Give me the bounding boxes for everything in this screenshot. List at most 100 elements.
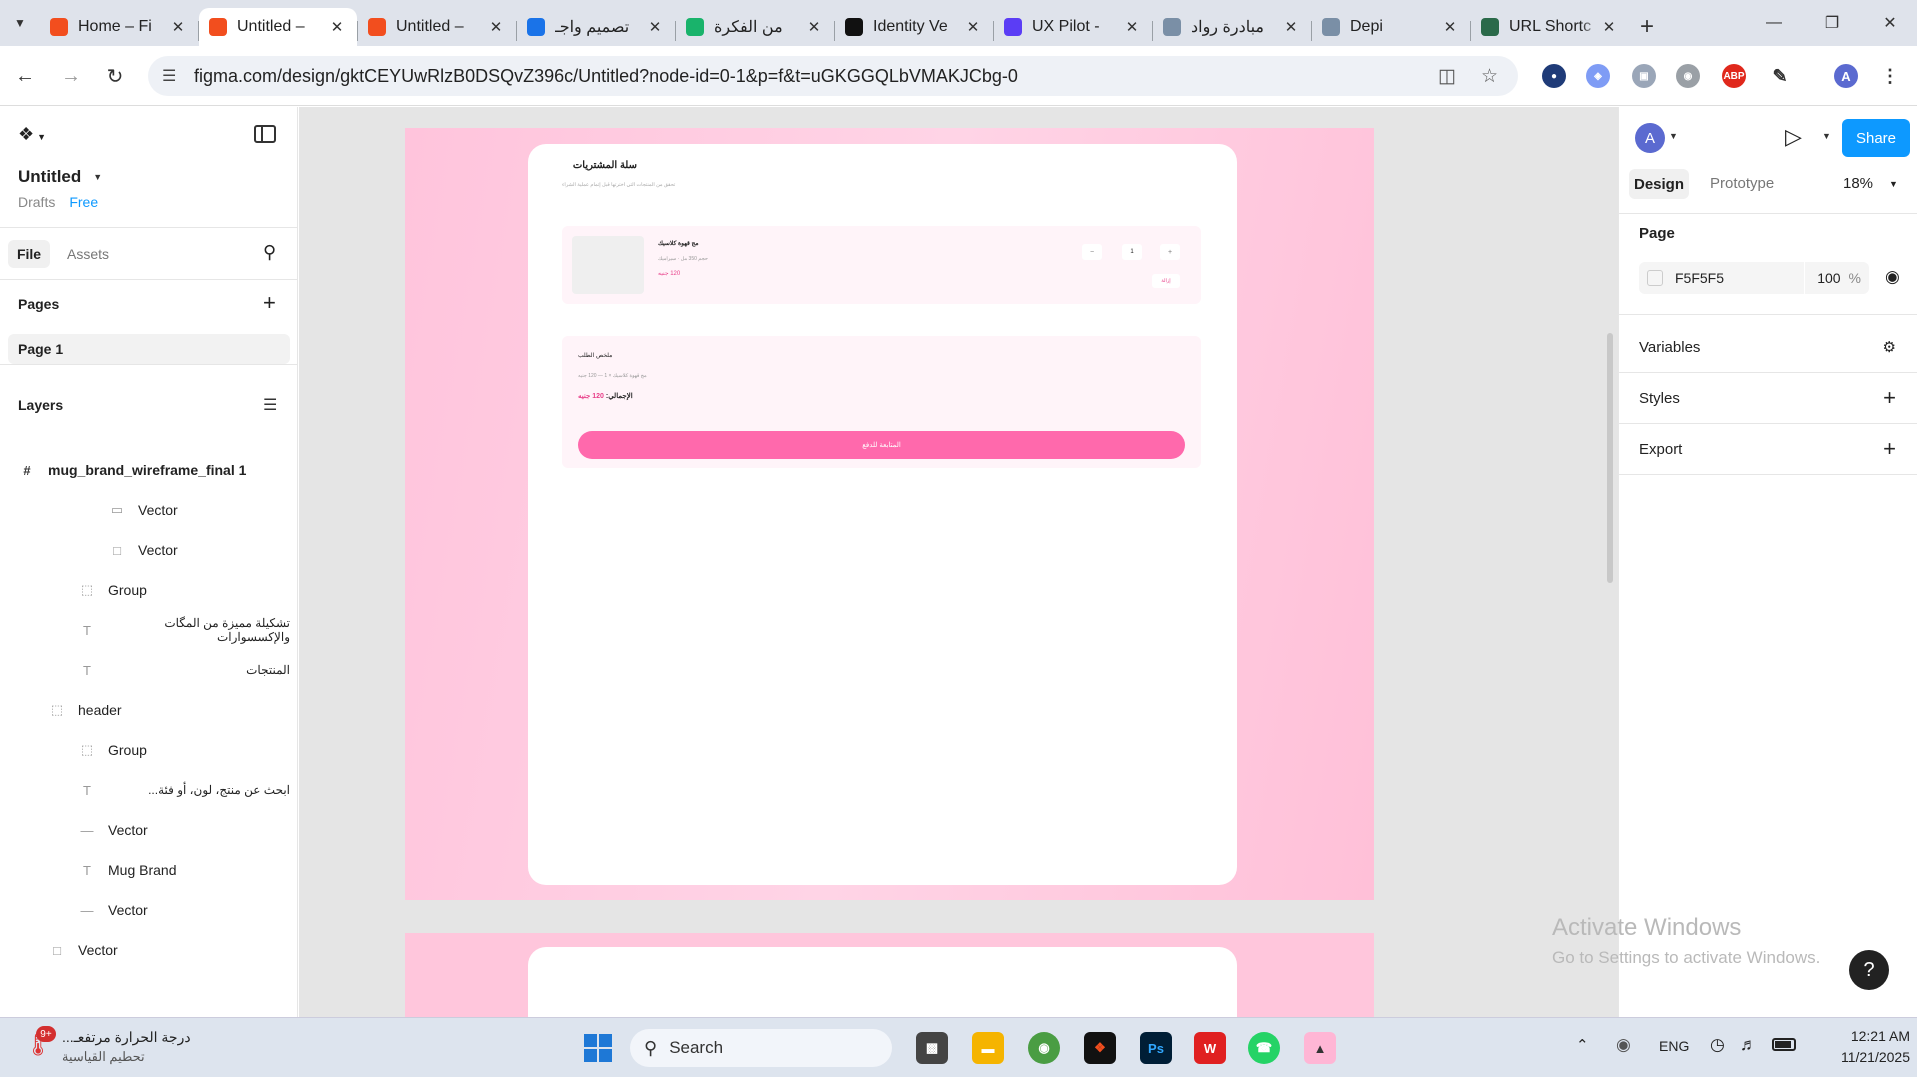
browser-tab[interactable]: من الفكرة ✕ — [676, 8, 834, 46]
zoom-dropdown[interactable]: 18% ▼ — [1843, 175, 1898, 192]
start-button[interactable] — [582, 1032, 614, 1064]
close-tab-icon[interactable]: ✕ — [168, 18, 188, 36]
browser-tab[interactable]: Untitled – ✕ — [358, 8, 516, 46]
plan-badge[interactable]: Free — [69, 194, 98, 210]
install-app-icon[interactable]: ◫ — [1438, 65, 1456, 88]
help-button[interactable]: ? — [1849, 950, 1889, 990]
browser-tab[interactable]: مبادرة رواد ✕ — [1153, 8, 1311, 46]
layer-row[interactable]: T المنتجات — [0, 650, 298, 690]
close-tab-icon[interactable]: ✕ — [1281, 18, 1301, 36]
taskbar-file-explorer[interactable]: ▬ — [972, 1032, 1004, 1064]
battery-icon[interactable] — [1772, 1038, 1796, 1051]
layer-row[interactable]: T Mug Brand — [0, 850, 298, 890]
share-button[interactable]: Share — [1842, 119, 1910, 157]
browser-tab[interactable]: Identity Ve ✕ — [835, 8, 993, 46]
variables-section[interactable]: Variables ⚙ — [1619, 329, 1917, 365]
add-style-plus-icon[interactable]: + — [1883, 385, 1896, 411]
restore-button[interactable]: ❐ — [1803, 0, 1861, 46]
color-swatch[interactable] — [1647, 270, 1663, 286]
layer-row[interactable]: — Vector — [0, 890, 298, 930]
toggle-sidebar-icon[interactable] — [254, 125, 276, 143]
layer-row[interactable]: □ Vector — [0, 930, 298, 970]
layer-row[interactable]: # mug_brand_wireframe_final 1 — [0, 450, 298, 490]
layer-row[interactable]: □ Vector — [0, 530, 298, 570]
tab-file[interactable]: File — [8, 240, 50, 268]
layer-row[interactable]: ⬚ header — [0, 690, 298, 730]
tab-design[interactable]: Design — [1629, 169, 1689, 199]
taskbar-app-flask[interactable]: ▲ — [1304, 1032, 1336, 1064]
language-indicator[interactable]: ENG — [1659, 1038, 1689, 1054]
globe-extension-icon[interactable]: ◉ — [1676, 64, 1700, 88]
layers-sort-icon[interactable]: ☰ — [263, 395, 277, 415]
layer-row[interactable]: ⬚ Group — [0, 730, 298, 770]
file-name[interactable]: Untitled ▼ — [18, 167, 102, 187]
close-tab-icon[interactable]: ✕ — [1122, 18, 1142, 36]
profile-avatar[interactable]: A — [1834, 64, 1858, 88]
export-section[interactable]: Export + — [1619, 431, 1917, 467]
close-tab-icon[interactable]: ✕ — [645, 18, 665, 36]
taskbar-chrome[interactable]: ◉ — [1028, 1032, 1060, 1064]
clock-time[interactable]: 12:21 AM — [1810, 1028, 1910, 1044]
search-icon[interactable]: ⚲ — [263, 242, 276, 263]
browser-tab[interactable]: Untitled – ✕ — [199, 8, 357, 46]
second-frame[interactable] — [405, 933, 1374, 1017]
tab-search-dropdown[interactable]: ▼ — [0, 0, 40, 46]
taskbar-whatsapp[interactable]: ☎ — [1248, 1032, 1280, 1064]
browser-tab[interactable]: Home – Fi ✕ — [40, 8, 198, 46]
browser-menu-icon[interactable]: ⋮ — [1878, 64, 1902, 88]
add-page-plus-icon[interactable]: + — [263, 290, 276, 316]
bookmark-star-icon[interactable]: ☆ — [1481, 65, 1498, 88]
close-tab-icon[interactable]: ✕ — [486, 18, 506, 36]
remove-button[interactable]: إزالة — [1152, 274, 1180, 288]
figma-main-menu-icon[interactable]: ❖ ▼ — [18, 124, 46, 145]
minimize-button[interactable]: — — [1745, 0, 1803, 46]
qty-minus-button[interactable]: − — [1082, 244, 1102, 260]
url-bar[interactable]: ☰ figma.com/design/gktCEYUwRlzB0DSQvZ396… — [148, 56, 1518, 96]
variables-sliders-icon[interactable]: ⚙ — [1883, 338, 1896, 356]
tab-prototype[interactable]: Prototype — [1710, 175, 1774, 192]
cart-card[interactable]: سلة المشتريات تحقق من المنتجات التي اختر… — [528, 144, 1237, 885]
present-chevron-down-icon[interactable]: ▼ — [1822, 131, 1831, 141]
close-tab-icon[interactable]: ✕ — [804, 18, 824, 36]
page-color-field[interactable]: F5F5F5 100 % — [1639, 262, 1869, 294]
add-export-plus-icon[interactable]: + — [1883, 436, 1896, 462]
close-tab-icon[interactable]: ✕ — [1440, 18, 1460, 36]
extension-icon-2[interactable]: ◈ — [1586, 64, 1610, 88]
wifi-icon[interactable]: ◷ — [1710, 1035, 1725, 1055]
close-window-button[interactable]: ✕ — [1861, 0, 1917, 46]
show-hidden-icons-chevron-up-icon[interactable]: ⌃ — [1576, 1036, 1589, 1054]
layer-row[interactable]: — Vector — [0, 810, 298, 850]
layer-row[interactable]: T تشكيلة مميزة من المگات والإكسسوارات — [0, 610, 298, 650]
site-info-icon[interactable]: ☰ — [162, 66, 176, 86]
styles-section[interactable]: Styles + — [1619, 380, 1917, 416]
close-tab-icon[interactable]: ✕ — [1599, 18, 1619, 36]
network-status-icon[interactable]: ◉ — [1616, 1035, 1631, 1055]
canvas[interactable]: سلة المشتريات تحقق من المنتجات التي اختر… — [299, 107, 1618, 1017]
taskbar-search-box[interactable]: ⚲ Search — [630, 1029, 892, 1067]
volume-icon[interactable]: ♬ — [1740, 1035, 1757, 1055]
extension-icon-1[interactable]: ● — [1542, 64, 1566, 88]
close-tab-icon[interactable]: ✕ — [963, 18, 983, 36]
layer-row[interactable]: T ابحث عن منتج، لون، أو فئة... — [0, 770, 298, 810]
browser-tab[interactable]: UX Pilot - ✕ — [994, 8, 1152, 46]
taskbar-figma[interactable]: ❖ — [1084, 1032, 1116, 1064]
taskbar-photoshop[interactable]: Ps — [1140, 1032, 1172, 1064]
present-play-icon[interactable]: ▷ — [1785, 124, 1802, 150]
page-item[interactable]: Page 1 — [8, 334, 290, 364]
tab-assets[interactable]: Assets — [67, 246, 109, 262]
layer-row[interactable]: ⬚ Group — [0, 570, 298, 610]
eye-visibility-icon[interactable]: ◉ — [1885, 267, 1900, 287]
browser-tab[interactable]: Depi ✕ — [1312, 8, 1470, 46]
close-tab-icon[interactable]: ✕ — [327, 18, 347, 36]
back-button[interactable]: ← — [9, 60, 41, 92]
canvas-scrollbar[interactable] — [1607, 333, 1613, 583]
new-tab-button[interactable]: + — [1629, 8, 1665, 46]
browser-tab[interactable]: تصميم واجـ ✕ — [517, 8, 675, 46]
extensions-puzzle-icon[interactable]: ✎ — [1768, 64, 1792, 88]
cart-item-row[interactable]: مج قهوة كلاسيك حجم 350 مل · سيراميك 120 … — [562, 226, 1201, 304]
clock-date[interactable]: 11/21/2025 — [1810, 1049, 1910, 1065]
extension-icon-3[interactable]: ▣ — [1632, 64, 1656, 88]
taskbar-app-terminal[interactable]: ▩ — [916, 1032, 948, 1064]
forward-button[interactable]: → — [55, 60, 87, 92]
weather-headline[interactable]: درجة الحرارة مرتفعـ... — [62, 1029, 192, 1046]
